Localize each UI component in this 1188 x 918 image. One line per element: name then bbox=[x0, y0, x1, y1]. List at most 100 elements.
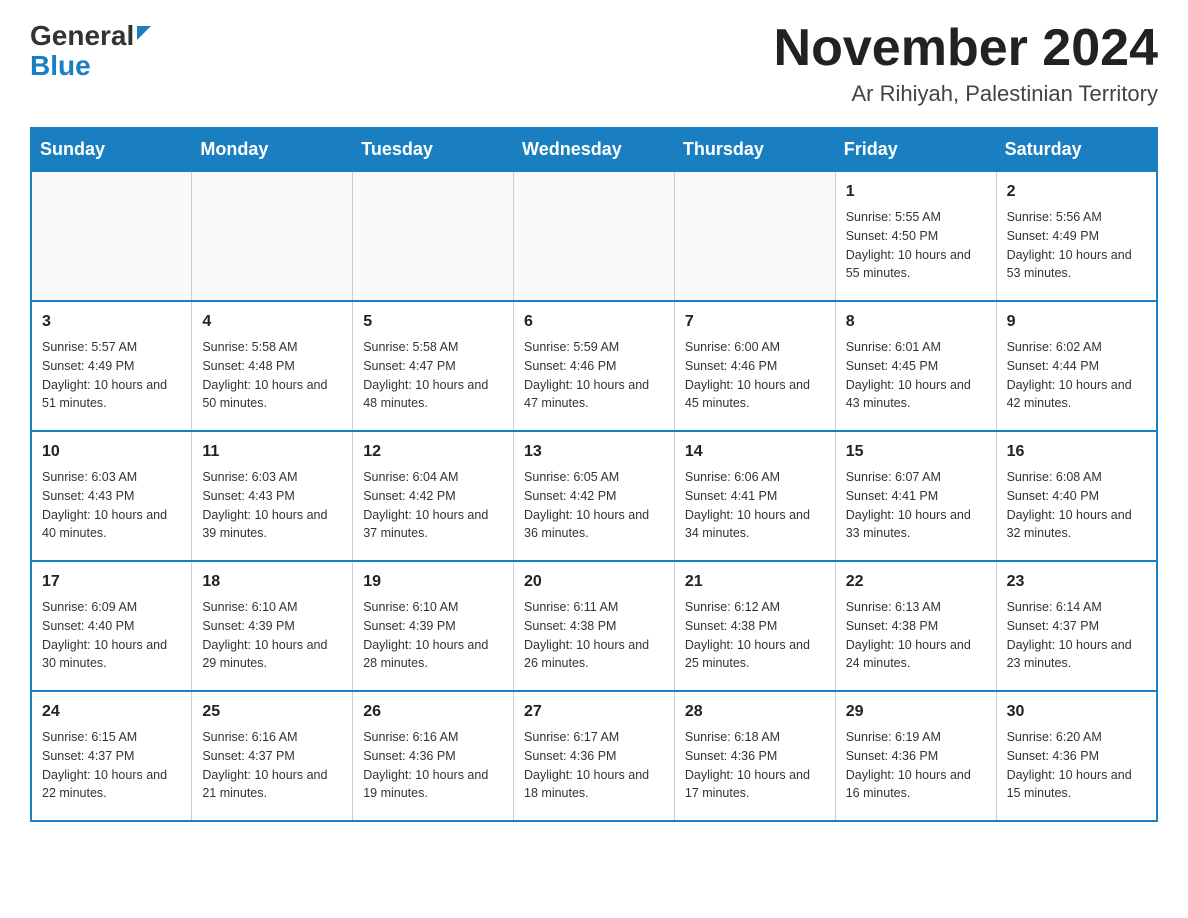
calendar-header-monday: Monday bbox=[192, 128, 353, 171]
day-info: Sunrise: 6:07 AM Sunset: 4:41 PM Dayligh… bbox=[846, 468, 986, 543]
day-info: Sunrise: 6:03 AM Sunset: 4:43 PM Dayligh… bbox=[42, 468, 181, 543]
day-info: Sunrise: 6:00 AM Sunset: 4:46 PM Dayligh… bbox=[685, 338, 825, 413]
day-number: 6 bbox=[524, 310, 664, 334]
calendar-cell: 22 Sunrise: 6:13 AM Sunset: 4:38 PM Dayli… bbox=[835, 561, 996, 691]
calendar-cell bbox=[674, 171, 835, 301]
day-number: 19 bbox=[363, 570, 503, 594]
calendar-cell: 13 Sunrise: 6:05 AM Sunset: 4:42 PM Dayli… bbox=[514, 431, 675, 561]
day-info: Sunrise: 6:16 AM Sunset: 4:37 PM Dayligh… bbox=[202, 728, 342, 803]
day-number: 25 bbox=[202, 700, 342, 724]
calendar-cell: 14 Sunrise: 6:06 AM Sunset: 4:41 PM Dayli… bbox=[674, 431, 835, 561]
calendar-cell: 2Sunrise: 5:56 AM Sunset: 4:49 PM Daylig… bbox=[996, 171, 1157, 301]
day-number: 3 bbox=[42, 310, 181, 334]
day-info: Sunrise: 6:10 AM Sunset: 4:39 PM Dayligh… bbox=[202, 598, 342, 673]
day-info: Sunrise: 6:12 AM Sunset: 4:38 PM Dayligh… bbox=[685, 598, 825, 673]
logo-blue-text: Blue bbox=[30, 50, 91, 82]
day-info: Sunrise: 6:11 AM Sunset: 4:38 PM Dayligh… bbox=[524, 598, 664, 673]
logo-general-text: General bbox=[30, 20, 134, 52]
calendar-cell bbox=[31, 171, 192, 301]
calendar-cell: 26 Sunrise: 6:16 AM Sunset: 4:36 PM Dayli… bbox=[353, 691, 514, 821]
day-info: Sunrise: 6:14 AM Sunset: 4:37 PM Dayligh… bbox=[1007, 598, 1146, 673]
day-number: 29 bbox=[846, 700, 986, 724]
calendar-cell: 4Sunrise: 5:58 AM Sunset: 4:48 PM Daylig… bbox=[192, 301, 353, 431]
calendar-week-row: 24 Sunrise: 6:15 AM Sunset: 4:37 PM Dayli… bbox=[31, 691, 1157, 821]
calendar-cell: 23 Sunrise: 6:14 AM Sunset: 4:37 PM Dayli… bbox=[996, 561, 1157, 691]
calendar-header-sunday: Sunday bbox=[31, 128, 192, 171]
calendar-cell: 3 Sunrise: 5:57 AM Sunset: 4:49 PM Daylig… bbox=[31, 301, 192, 431]
day-info: Sunrise: 6:19 AM Sunset: 4:36 PM Dayligh… bbox=[846, 728, 986, 803]
day-number: 13 bbox=[524, 440, 664, 464]
calendar-week-row: 10 Sunrise: 6:03 AM Sunset: 4:43 PM Dayli… bbox=[31, 431, 1157, 561]
day-number: 1 bbox=[846, 180, 986, 204]
day-number: 20 bbox=[524, 570, 664, 594]
day-info: Sunrise: 6:10 AM Sunset: 4:39 PM Dayligh… bbox=[363, 598, 503, 673]
month-title: November 2024 bbox=[774, 20, 1158, 77]
day-info: Sunrise: 5:58 AM Sunset: 4:47 PM Dayligh… bbox=[363, 338, 503, 413]
day-number: 9 bbox=[1007, 310, 1146, 334]
calendar-cell: 1 Sunrise: 5:55 AM Sunset: 4:50 PM Daylig… bbox=[835, 171, 996, 301]
page-header: General Blue November 2024 Ar Rihiyah, P… bbox=[30, 20, 1158, 107]
day-number: 26 bbox=[363, 700, 503, 724]
calendar-cell: 27 Sunrise: 6:17 AM Sunset: 4:36 PM Dayli… bbox=[514, 691, 675, 821]
calendar-table: SundayMondayTuesdayWednesdayThursdayFrid… bbox=[30, 127, 1158, 822]
day-number: 4 bbox=[202, 310, 342, 334]
day-number: 21 bbox=[685, 570, 825, 594]
calendar-cell: 24 Sunrise: 6:15 AM Sunset: 4:37 PM Dayli… bbox=[31, 691, 192, 821]
day-info: Sunrise: 6:02 AM Sunset: 4:44 PM Dayligh… bbox=[1007, 338, 1146, 413]
calendar-cell: 7 Sunrise: 6:00 AM Sunset: 4:46 PM Daylig… bbox=[674, 301, 835, 431]
calendar-cell: 12Sunrise: 6:04 AM Sunset: 4:42 PM Dayli… bbox=[353, 431, 514, 561]
day-number: 7 bbox=[685, 310, 825, 334]
calendar-cell: 30 Sunrise: 6:20 AM Sunset: 4:36 PM Dayli… bbox=[996, 691, 1157, 821]
day-info: Sunrise: 5:56 AM Sunset: 4:49 PM Dayligh… bbox=[1007, 208, 1146, 283]
calendar-cell: 9 Sunrise: 6:02 AM Sunset: 4:44 PM Daylig… bbox=[996, 301, 1157, 431]
day-number: 10 bbox=[42, 440, 181, 464]
calendar-week-row: 17 Sunrise: 6:09 AM Sunset: 4:40 PM Dayli… bbox=[31, 561, 1157, 691]
calendar-cell: 11 Sunrise: 6:03 AM Sunset: 4:43 PM Dayli… bbox=[192, 431, 353, 561]
calendar-cell: 19 Sunrise: 6:10 AM Sunset: 4:39 PM Dayli… bbox=[353, 561, 514, 691]
day-info: Sunrise: 6:06 AM Sunset: 4:41 PM Dayligh… bbox=[685, 468, 825, 543]
calendar-cell: 25 Sunrise: 6:16 AM Sunset: 4:37 PM Dayli… bbox=[192, 691, 353, 821]
calendar-week-row: 1 Sunrise: 5:55 AM Sunset: 4:50 PM Daylig… bbox=[31, 171, 1157, 301]
day-number: 24 bbox=[42, 700, 181, 724]
day-info: Sunrise: 6:09 AM Sunset: 4:40 PM Dayligh… bbox=[42, 598, 181, 673]
day-number: 27 bbox=[524, 700, 664, 724]
day-number: 22 bbox=[846, 570, 986, 594]
calendar-cell bbox=[353, 171, 514, 301]
day-info: Sunrise: 5:55 AM Sunset: 4:50 PM Dayligh… bbox=[846, 208, 986, 283]
day-info: Sunrise: 6:20 AM Sunset: 4:36 PM Dayligh… bbox=[1007, 728, 1146, 803]
calendar-cell bbox=[514, 171, 675, 301]
day-number: 17 bbox=[42, 570, 181, 594]
day-info: Sunrise: 6:16 AM Sunset: 4:36 PM Dayligh… bbox=[363, 728, 503, 803]
day-number: 12 bbox=[363, 440, 503, 464]
day-number: 18 bbox=[202, 570, 342, 594]
calendar-cell: 17 Sunrise: 6:09 AM Sunset: 4:40 PM Dayli… bbox=[31, 561, 192, 691]
day-number: 8 bbox=[846, 310, 986, 334]
day-info: Sunrise: 5:57 AM Sunset: 4:49 PM Dayligh… bbox=[42, 338, 181, 413]
day-info: Sunrise: 6:01 AM Sunset: 4:45 PM Dayligh… bbox=[846, 338, 986, 413]
day-number: 30 bbox=[1007, 700, 1146, 724]
logo: General Blue bbox=[30, 20, 151, 82]
calendar-header-saturday: Saturday bbox=[996, 128, 1157, 171]
day-info: Sunrise: 6:05 AM Sunset: 4:42 PM Dayligh… bbox=[524, 468, 664, 543]
day-info: Sunrise: 6:15 AM Sunset: 4:37 PM Dayligh… bbox=[42, 728, 181, 803]
day-info: Sunrise: 6:03 AM Sunset: 4:43 PM Dayligh… bbox=[202, 468, 342, 543]
day-info: Sunrise: 6:17 AM Sunset: 4:36 PM Dayligh… bbox=[524, 728, 664, 803]
calendar-cell: 10 Sunrise: 6:03 AM Sunset: 4:43 PM Dayli… bbox=[31, 431, 192, 561]
calendar-cell: 20 Sunrise: 6:11 AM Sunset: 4:38 PM Dayli… bbox=[514, 561, 675, 691]
calendar-cell: 5 Sunrise: 5:58 AM Sunset: 4:47 PM Daylig… bbox=[353, 301, 514, 431]
calendar-header-tuesday: Tuesday bbox=[353, 128, 514, 171]
calendar-cell: 6Sunrise: 5:59 AM Sunset: 4:46 PM Daylig… bbox=[514, 301, 675, 431]
day-number: 5 bbox=[363, 310, 503, 334]
calendar-header-wednesday: Wednesday bbox=[514, 128, 675, 171]
calendar-header-friday: Friday bbox=[835, 128, 996, 171]
day-number: 23 bbox=[1007, 570, 1146, 594]
calendar-cell: 21 Sunrise: 6:12 AM Sunset: 4:38 PM Dayli… bbox=[674, 561, 835, 691]
day-info: Sunrise: 6:13 AM Sunset: 4:38 PM Dayligh… bbox=[846, 598, 986, 673]
calendar-header-thursday: Thursday bbox=[674, 128, 835, 171]
calendar-cell: 28Sunrise: 6:18 AM Sunset: 4:36 PM Dayli… bbox=[674, 691, 835, 821]
day-number: 16 bbox=[1007, 440, 1146, 464]
calendar-cell: 29 Sunrise: 6:19 AM Sunset: 4:36 PM Dayli… bbox=[835, 691, 996, 821]
calendar-cell bbox=[192, 171, 353, 301]
day-number: 11 bbox=[202, 440, 342, 464]
day-number: 14 bbox=[685, 440, 825, 464]
